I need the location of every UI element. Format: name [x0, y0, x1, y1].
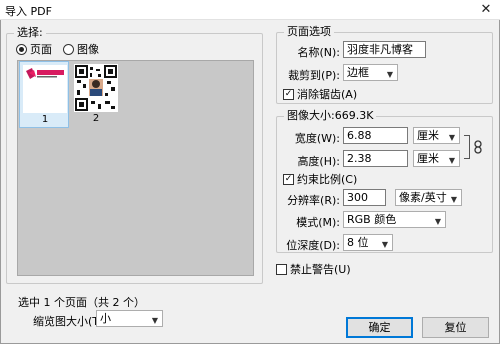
radio-page[interactable]: 页面: [16, 41, 52, 57]
chevron-down-icon: ▼: [448, 156, 455, 165]
checkbox-empty-icon[interactable]: [276, 263, 287, 275]
checkmark-icon[interactable]: ✓: [283, 88, 294, 100]
constrain-label: 约束比例(C): [297, 173, 358, 186]
chevron-down-icon: ▼: [448, 133, 455, 142]
resolution-label: 分辨率(R):: [287, 194, 340, 207]
select-legend: 选择:: [14, 27, 46, 39]
image-size-legend: 图像大小:669.3K: [284, 110, 377, 122]
thumbnail-1-number: 1: [41, 114, 49, 125]
radio-image-label: 图像: [77, 43, 99, 56]
depth-value: 8 位: [347, 236, 369, 249]
antialias-checkbox[interactable]: ✓ 消除锯齿(A): [283, 86, 357, 102]
antialias-label: 消除锯齿(A): [297, 88, 358, 101]
thumbnail-2-number: 2: [92, 113, 100, 124]
chevron-down-icon: ▼: [151, 316, 158, 325]
height-unit-select[interactable]: 厘米 ▼: [413, 150, 460, 167]
height-unit-value: 厘米: [417, 152, 439, 165]
suppress-warnings-checkbox[interactable]: 禁止警告(U): [276, 261, 351, 277]
radio-page-label: 页面: [30, 43, 52, 56]
title-bar: 导入 PDF ✕: [0, 0, 500, 20]
chevron-down-icon: ▼: [386, 70, 393, 79]
mode-label: 模式(M):: [296, 216, 340, 229]
close-icon[interactable]: ✕: [472, 0, 500, 20]
page-options-legend: 页面选项: [284, 26, 334, 38]
logo-page-thumbnail-icon: [23, 65, 67, 113]
suppress-warnings-label: 禁止警告(U): [290, 263, 351, 276]
width-unit-value: 厘米: [417, 129, 439, 142]
width-label: 宽度(W):: [294, 132, 340, 145]
mode-value: RGB 颜色: [347, 213, 397, 226]
thumbnail-2[interactable]: 2: [71, 61, 121, 128]
width-field[interactable]: 6.88: [343, 127, 408, 144]
window-title: 导入 PDF: [5, 5, 52, 18]
name-label: 名称(N):: [297, 46, 340, 59]
thumb-size-value: 小: [100, 312, 111, 325]
crop-value: 边框: [347, 66, 369, 79]
name-field[interactable]: 羽度非凡博客: [343, 41, 426, 58]
chevron-down-icon: ▼: [434, 217, 441, 226]
selection-status: 选中 1 个页面（共 2 个）: [18, 296, 145, 309]
chevron-down-icon: ▼: [381, 240, 388, 249]
thumbnail-1[interactable]: 1: [19, 61, 69, 128]
crop-label: 裁剪到(P):: [288, 69, 340, 82]
height-field[interactable]: 2.38: [343, 150, 408, 167]
radio-image[interactable]: 图像: [63, 41, 99, 57]
ok-button[interactable]: 确定: [346, 317, 413, 338]
checkmark-icon[interactable]: ✓: [283, 173, 294, 185]
depth-select[interactable]: 8 位 ▼: [343, 234, 393, 251]
link-bracket: [464, 135, 470, 159]
width-unit-select[interactable]: 厘米 ▼: [413, 127, 460, 144]
thumbnail-area[interactable]: 1 2: [17, 60, 254, 276]
resolution-field[interactable]: 300: [343, 189, 386, 206]
reset-button[interactable]: 复位: [422, 317, 489, 338]
crop-select[interactable]: 边框 ▼: [343, 64, 398, 81]
resolution-unit-select[interactable]: 像素/英寸 ▼: [395, 189, 462, 206]
height-label: 高度(H):: [297, 155, 340, 168]
resolution-unit-value: 像素/英寸: [399, 191, 447, 204]
chain-link-icon: [474, 140, 482, 157]
radio-page-dot[interactable]: [16, 43, 27, 55]
constrain-checkbox[interactable]: ✓ 约束比例(C): [283, 171, 357, 187]
chevron-down-icon: ▼: [450, 195, 457, 204]
radio-image-dot[interactable]: [63, 43, 74, 55]
depth-label: 位深度(D):: [286, 239, 340, 252]
thumb-size-select[interactable]: 小 ▼: [96, 310, 163, 327]
mode-select[interactable]: RGB 颜色 ▼: [343, 211, 446, 228]
qr-code-thumbnail-icon: [74, 64, 118, 112]
select-group: 选择: 页面 图像 1 2: [6, 27, 263, 284]
